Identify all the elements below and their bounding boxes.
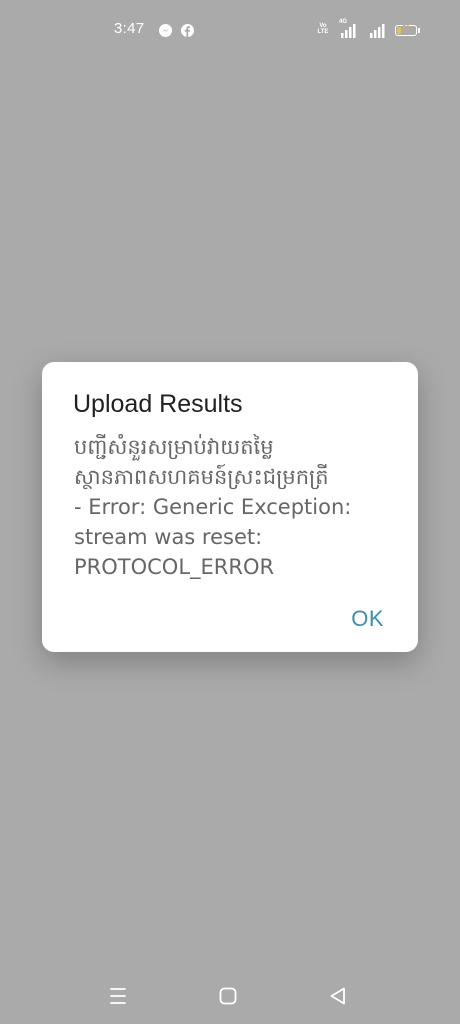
battery-level: 21 — [402, 25, 410, 32]
dialog-message: បញ្ជីសំនួរសម្រាប់វាយតម្លៃ ស្ថានភាពសហគមន៍… — [74, 435, 352, 579]
home-icon[interactable] — [216, 984, 240, 1008]
back-icon[interactable] — [326, 984, 350, 1008]
upload-results-dialog: Upload Results បញ្ជីសំនួរសម្រាប់វាយតម្លៃ… — [42, 362, 418, 652]
navigation-bar — [0, 970, 460, 1024]
signal-strength-icon — [341, 24, 356, 38]
status-bar: 3:47 Vo LTE 4G 21 — [0, 0, 460, 62]
battery-icon: 21 — [395, 25, 417, 36]
volte-indicator: Vo LTE — [317, 23, 329, 35]
menu-icon[interactable] — [106, 984, 130, 1008]
signal-strength-2-icon — [370, 24, 385, 38]
battery-tip — [418, 28, 420, 33]
messenger-icon — [159, 24, 172, 37]
status-time: 3:47 — [114, 20, 145, 37]
dialog-title: Upload Results — [73, 390, 243, 418]
facebook-icon — [181, 24, 194, 37]
ok-button[interactable]: OK — [337, 598, 398, 640]
